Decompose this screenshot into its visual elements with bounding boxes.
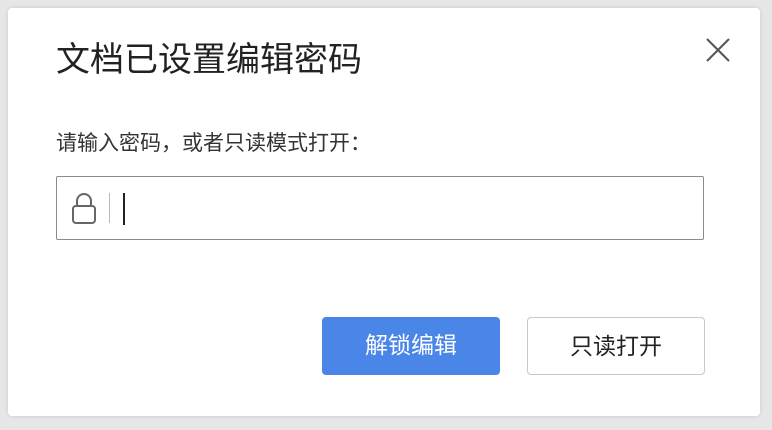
close-button[interactable]	[700, 32, 736, 68]
lock-icon	[72, 193, 96, 224]
password-field-container[interactable]	[56, 176, 704, 240]
read-only-open-button[interactable]: 只读打开	[527, 317, 705, 375]
close-icon	[706, 38, 730, 62]
password-input[interactable]	[117, 185, 695, 231]
text-caret	[123, 193, 125, 225]
password-dialog: 文档已设置编辑密码 请输入密码，或者只读模式打开： 解锁编辑 只读打开	[8, 8, 760, 416]
dialog-title: 文档已设置编辑密码	[56, 40, 362, 80]
password-prompt: 请输入密码，或者只读模式打开：	[56, 131, 371, 155]
lock-divider	[109, 193, 110, 223]
unlock-edit-button[interactable]: 解锁编辑	[322, 317, 500, 375]
